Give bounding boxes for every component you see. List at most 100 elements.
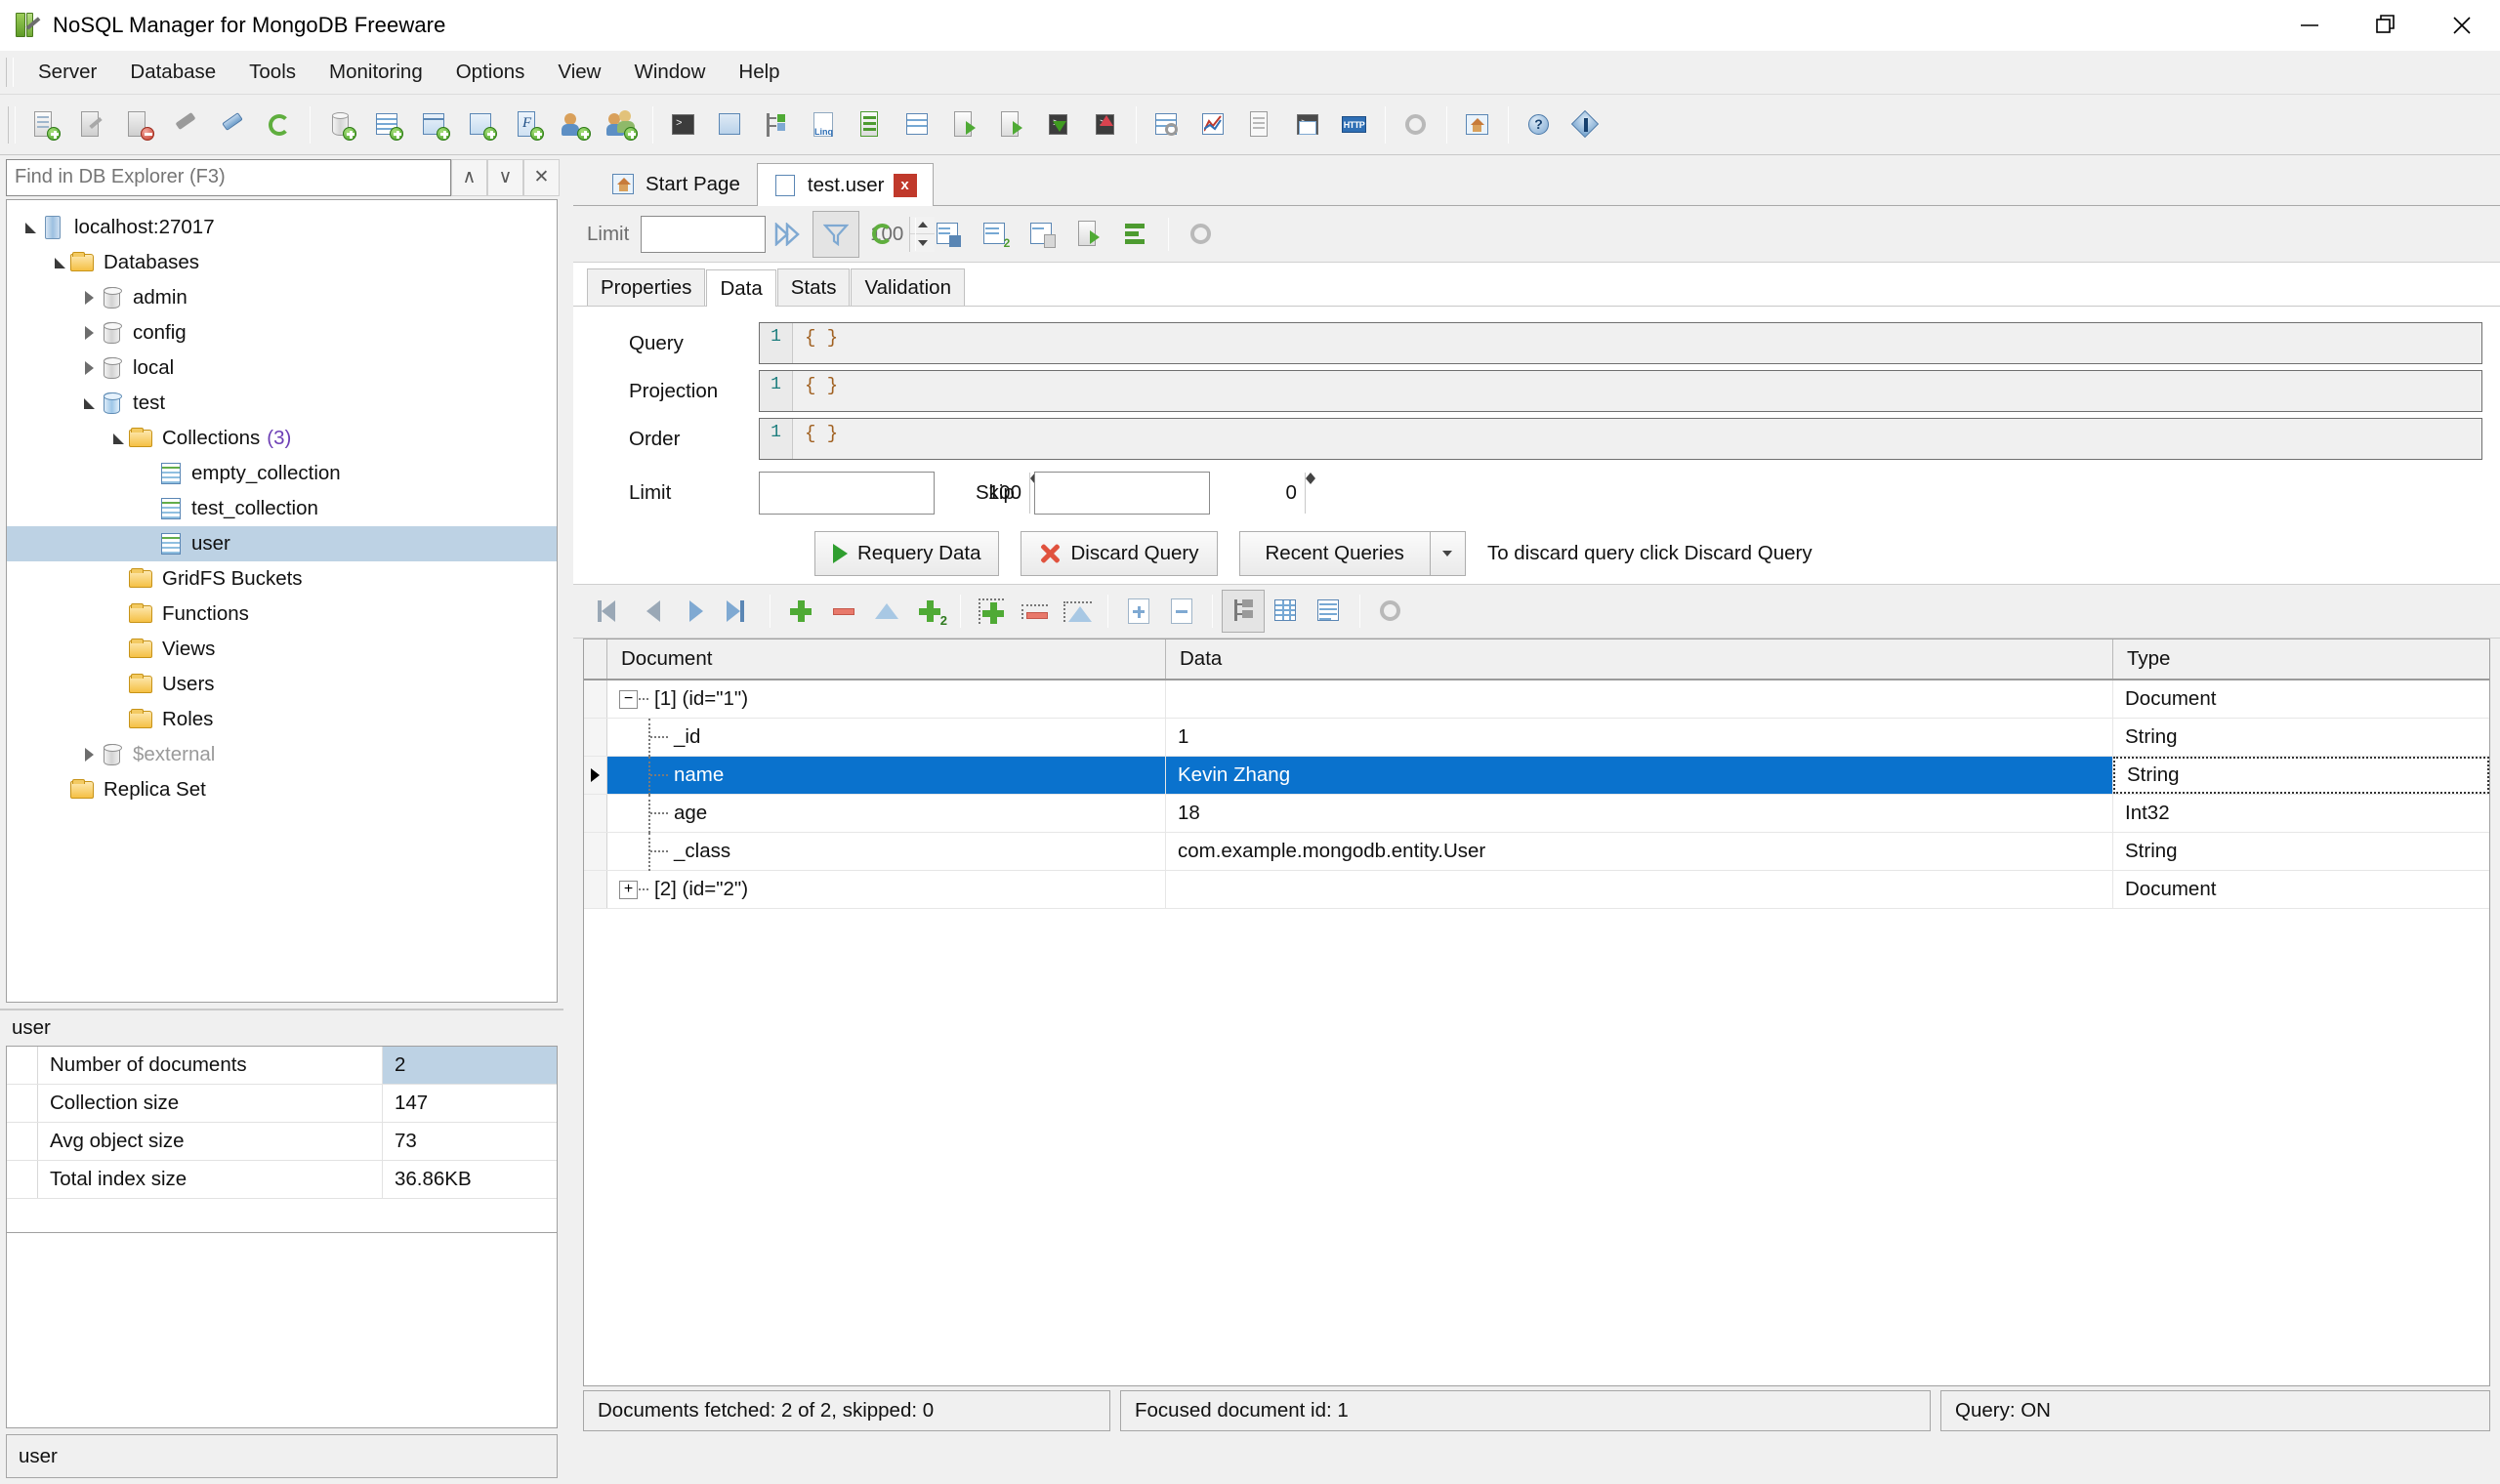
cell-data[interactable]: 18 xyxy=(1166,795,2113,832)
profiler-icon[interactable] xyxy=(1284,102,1331,148)
shell-icon[interactable] xyxy=(660,102,707,148)
tree-item-test-collection[interactable]: test_collection xyxy=(7,491,557,526)
tree-view-icon[interactable] xyxy=(1222,590,1265,633)
cell-type[interactable]: Document xyxy=(2113,680,2489,718)
cell-type[interactable]: String xyxy=(2113,833,2489,870)
stats-row[interactable]: Avg object size73 xyxy=(7,1123,557,1161)
stats-row[interactable]: Total index size36.86KB xyxy=(7,1161,557,1199)
tree-item-gridfs-buckets[interactable]: GridFS Buckets xyxy=(7,561,557,597)
skip-spin-arrows[interactable] xyxy=(1305,473,1332,514)
import-icon[interactable] xyxy=(988,102,1035,148)
column-header-type[interactable]: Type xyxy=(2113,639,2489,679)
format-icon[interactable] xyxy=(1112,211,1159,258)
panel-splitter[interactable] xyxy=(563,155,573,1484)
filter-icon[interactable] xyxy=(812,211,859,258)
tab-start-page[interactable]: Start Page xyxy=(595,162,757,205)
projection-value[interactable]: { } xyxy=(793,371,2481,411)
post-edit-icon[interactable] xyxy=(865,590,908,633)
table-view-icon[interactable] xyxy=(1265,590,1308,633)
new-user-icon[interactable] xyxy=(552,102,599,148)
row-expander-icon[interactable]: − xyxy=(619,690,638,709)
expand-all-icon[interactable] xyxy=(1117,590,1160,633)
column-header-document[interactable]: Document xyxy=(607,639,1166,679)
disconnect-icon[interactable] xyxy=(209,102,256,148)
table-row[interactable]: nameKevin ZhangString xyxy=(584,757,2489,795)
document-grid[interactable]: Document Data Type −[1] (id="1")Document… xyxy=(583,639,2490,1386)
new-view-icon[interactable] xyxy=(411,102,458,148)
tree-item-views[interactable]: Views xyxy=(7,632,557,667)
tab-close-icon[interactable]: x xyxy=(894,174,917,197)
connect-icon[interactable] xyxy=(162,102,209,148)
help-icon[interactable]: ? xyxy=(1516,102,1562,148)
cell-data[interactable] xyxy=(1166,680,2113,718)
save-document-icon[interactable] xyxy=(925,211,972,258)
table-row[interactable]: −[1] (id="1") Document xyxy=(584,680,2489,719)
tab-properties[interactable]: Properties xyxy=(587,268,705,306)
stats-row[interactable]: Number of documents2 xyxy=(7,1047,557,1085)
tree-item-replica-set[interactable]: Replica Set xyxy=(7,772,557,807)
menu-item-monitoring[interactable]: Monitoring xyxy=(312,55,439,90)
duplicate-record-icon[interactable]: 2 xyxy=(908,590,951,633)
table-row[interactable]: age18Int32 xyxy=(584,795,2489,833)
query-value[interactable]: { } xyxy=(793,323,2481,363)
chevron-down-icon[interactable] xyxy=(1431,531,1466,576)
menu-item-tools[interactable]: Tools xyxy=(232,55,312,90)
cell-document[interactable]: −[1] (id="1") xyxy=(607,680,1166,718)
stats-row[interactable]: Collection size147 xyxy=(7,1085,557,1123)
tree-item-test[interactable]: test xyxy=(7,386,557,421)
limit-stepper[interactable] xyxy=(759,472,935,515)
chevron-down-icon[interactable] xyxy=(108,421,128,456)
tree-item-external[interactable]: $external xyxy=(7,737,557,772)
edit-connection-icon[interactable] xyxy=(68,102,115,148)
delete-record-icon[interactable] xyxy=(822,590,865,633)
tree-item-empty-collection[interactable]: empty_collection xyxy=(7,456,557,491)
next-record-icon[interactable] xyxy=(675,590,718,633)
last-record-icon[interactable] xyxy=(718,590,761,633)
search-input[interactable] xyxy=(6,159,451,196)
refresh-icon[interactable] xyxy=(256,102,303,148)
tree-item-users[interactable]: Users xyxy=(7,667,557,702)
add-field-icon[interactable] xyxy=(970,590,1013,633)
export-document-icon[interactable] xyxy=(1065,211,1112,258)
copy-document-icon[interactable] xyxy=(1019,211,1065,258)
export-icon[interactable] xyxy=(941,102,988,148)
document-view-icon[interactable] xyxy=(895,102,941,148)
chevron-right-icon[interactable] xyxy=(79,737,99,772)
tree-item-local[interactable]: local xyxy=(7,350,557,386)
refresh-icon[interactable] xyxy=(859,211,906,258)
menu-item-database[interactable]: Database xyxy=(113,55,232,90)
backup-icon[interactable] xyxy=(1035,102,1082,148)
cell-data[interactable]: com.example.mongodb.entity.User xyxy=(1166,833,2113,870)
settings-icon[interactable] xyxy=(1393,102,1439,148)
menu-item-server[interactable]: Server xyxy=(21,55,113,90)
tab-stats[interactable]: Stats xyxy=(777,268,851,306)
delete-connection-icon[interactable] xyxy=(115,102,162,148)
column-header-data[interactable]: Data xyxy=(1166,639,2113,679)
cell-document[interactable]: name xyxy=(607,757,1166,794)
collapse-all-icon[interactable] xyxy=(1160,590,1203,633)
table-row[interactable]: _classcom.example.mongodb.entity.UserStr… xyxy=(584,833,2489,871)
table-row[interactable]: _id1String xyxy=(584,719,2489,757)
new-connection-icon[interactable] xyxy=(21,102,68,148)
table-row[interactable]: +[2] (id="2")Document xyxy=(584,871,2489,909)
cell-document[interactable]: _id xyxy=(607,719,1166,756)
start-page-icon[interactable] xyxy=(1454,102,1501,148)
menu-item-view[interactable]: View xyxy=(541,55,617,90)
console-icon[interactable] xyxy=(707,102,754,148)
first-record-icon[interactable] xyxy=(589,590,632,633)
skip-stepper[interactable] xyxy=(1034,472,1210,515)
recent-queries-button[interactable]: Recent Queries xyxy=(1239,531,1466,576)
recent-queries-label[interactable]: Recent Queries xyxy=(1239,531,1431,576)
text-view-icon[interactable] xyxy=(1308,590,1351,633)
tree-item-roles[interactable]: Roles xyxy=(7,702,557,737)
menu-item-window[interactable]: Window xyxy=(617,55,722,90)
chart-icon[interactable] xyxy=(1190,102,1237,148)
requery-data-button[interactable]: Requery Data xyxy=(814,531,999,576)
prev-record-icon[interactable] xyxy=(632,590,675,633)
log-icon[interactable] xyxy=(1237,102,1284,148)
chevron-right-icon[interactable] xyxy=(79,280,99,315)
find-prev-icon[interactable]: ∧ xyxy=(451,159,487,196)
new-database-icon[interactable] xyxy=(317,102,364,148)
cell-type[interactable]: String xyxy=(2113,719,2489,756)
new-window-icon[interactable] xyxy=(458,102,505,148)
